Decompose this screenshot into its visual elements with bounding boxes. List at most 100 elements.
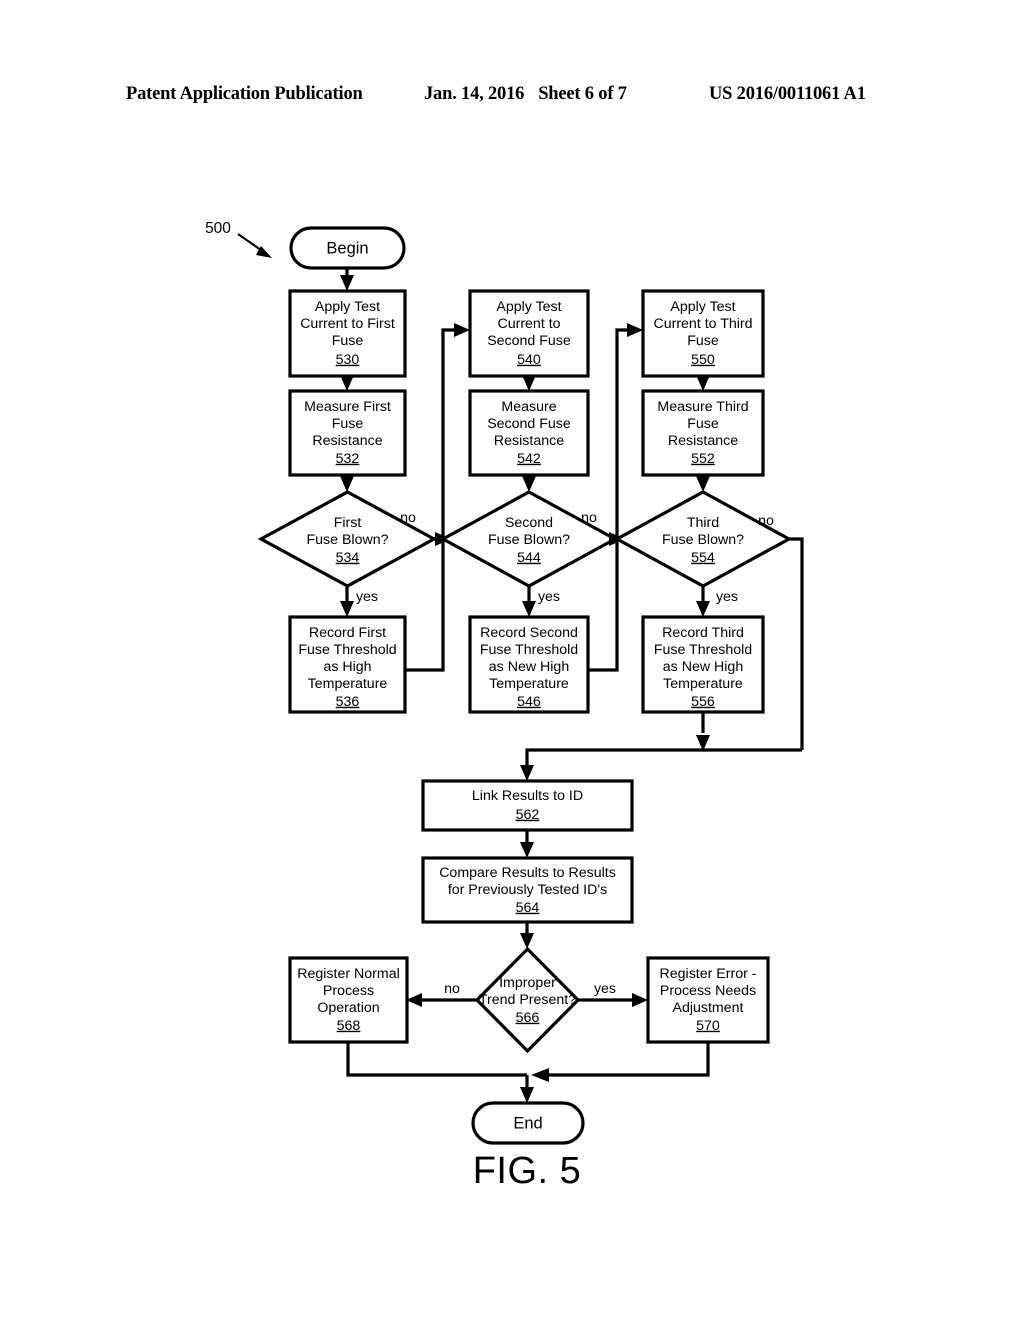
node-530-line-2: Fuse: [332, 333, 364, 349]
node-562-line-0: Link Results to ID: [472, 788, 583, 804]
node-536: Record First Fuse Threshold as High Temp…: [288, 615, 407, 714]
node-570-line-1: Process Needs: [660, 983, 756, 999]
node-546-line-3: Temperature: [489, 676, 569, 692]
node-534: First Fuse Blown? 534: [257, 490, 438, 588]
edge-566-yes: yes: [578, 981, 648, 1007]
edge-562-to-564: [520, 830, 534, 858]
node-540-ref: 540: [517, 352, 541, 368]
edge-534-no-label: no: [400, 510, 416, 526]
edge-566-no: no: [406, 981, 477, 1007]
node-534-ref: 534: [336, 550, 360, 566]
node-568-line-1: Process: [323, 983, 374, 999]
edge-554-yes: yes: [696, 586, 738, 617]
node-542-line-0: Measure: [501, 399, 556, 415]
node-566-line-0: Improper: [499, 975, 556, 991]
edge-begin-to-530: [340, 268, 354, 291]
edge-534-yes: yes: [340, 586, 378, 617]
edge-550-to-552: [696, 375, 710, 391]
node-530-ref: 530: [336, 352, 360, 368]
edge-544-yes-label: yes: [538, 589, 560, 605]
node-540-line-2: Second Fuse: [487, 333, 571, 349]
node-566-ref: 566: [516, 1010, 540, 1026]
node-546-line-2: as New High: [489, 659, 569, 675]
node-end-label: End: [513, 1114, 542, 1132]
edge-552-to-554: [696, 475, 710, 492]
node-end: End: [471, 1101, 585, 1145]
node-544: Second Fuse Blown? 544: [439, 490, 619, 588]
edge-566-yes-label: yes: [594, 981, 616, 997]
node-556-line-1: Fuse Threshold: [654, 642, 752, 658]
node-556-line-0: Record Third: [662, 625, 744, 641]
node-552-line-2: Resistance: [668, 433, 738, 449]
node-556-line-2: as New High: [663, 659, 743, 675]
node-542-ref: 542: [517, 451, 541, 467]
node-542: Measure Second Fuse Resistance 542: [468, 389, 590, 477]
node-550-line-0: Apply Test: [670, 299, 735, 315]
node-562-ref: 562: [516, 807, 540, 823]
edge-532-to-534: [340, 475, 354, 492]
edge-530-to-532: [340, 375, 354, 391]
node-552-line-0: Measure Third: [657, 399, 748, 415]
node-566-line-1: Trend Present?: [479, 992, 576, 1008]
node-536-line-0: Record First: [309, 625, 386, 641]
edge-534-yes-label: yes: [356, 589, 378, 605]
node-552-ref: 552: [691, 451, 715, 467]
node-564-line-1: for Previously Tested ID's: [448, 882, 607, 898]
node-562: Link Results to ID 562: [421, 779, 634, 832]
edge-endbus-to-end: [520, 1075, 534, 1103]
node-570-line-2: Adjustment: [673, 1000, 744, 1016]
node-536-line-2: as High: [323, 659, 371, 675]
node-532-ref: 532: [336, 451, 360, 467]
node-begin: Begin: [289, 226, 406, 270]
node-542-line-1: Second Fuse: [487, 416, 571, 432]
node-532-line-1: Fuse: [332, 416, 364, 432]
node-570-ref: 570: [696, 1018, 720, 1034]
node-532-line-2: Resistance: [312, 433, 382, 449]
edge-568-to-end: [346, 1042, 527, 1077]
node-540: Apply Test Current to Second Fuse 540: [468, 289, 590, 378]
edge-564-to-566: [520, 922, 534, 949]
edge-544-no-label: no: [581, 510, 597, 526]
edge-544-yes: yes: [522, 586, 560, 617]
edge-join-to-562: [520, 748, 802, 781]
node-568-ref: 568: [337, 1018, 361, 1034]
node-556: Record Third Fuse Threshold as New High …: [641, 615, 765, 714]
diagram-ref-500-label: 500: [205, 220, 231, 237]
node-532-line-0: Measure First: [304, 399, 391, 415]
diagram-ref-500: 500: [205, 220, 272, 258]
node-544-line-1: Fuse Blown?: [488, 532, 570, 548]
node-530-line-1: Current to First: [300, 316, 395, 332]
node-564-line-0: Compare Results to Results: [439, 865, 616, 881]
node-554-line-1: Fuse Blown?: [662, 532, 744, 548]
node-546-ref: 546: [517, 694, 541, 710]
node-564-ref: 564: [516, 900, 540, 916]
edge-554-no-label: no: [758, 513, 774, 529]
node-566: Improper Trend Present? 566: [474, 946, 581, 1054]
node-530: Apply Test Current to First Fuse 530: [288, 289, 407, 378]
node-550-ref: 550: [691, 352, 715, 368]
node-568-line-0: Register Normal: [297, 966, 400, 982]
node-536-line-1: Fuse Threshold: [298, 642, 396, 658]
edge-540-to-542: [522, 375, 536, 391]
edge-546-to-550: [588, 323, 643, 672]
node-534-line-1: Fuse Blown?: [306, 532, 388, 548]
node-554-ref: 554: [691, 550, 715, 566]
node-536-ref: 536: [336, 694, 360, 710]
node-544-ref: 544: [517, 550, 541, 566]
node-546-line-0: Record Second: [480, 625, 578, 641]
node-552: Measure Third Fuse Resistance 552: [641, 389, 765, 477]
node-570: Register Error - Process Needs Adjustmen…: [646, 956, 770, 1044]
node-546-line-1: Fuse Threshold: [480, 642, 578, 658]
edge-536-to-540: [405, 323, 470, 672]
node-568-line-2: Operation: [317, 1000, 379, 1016]
node-532: Measure First Fuse Resistance 532: [288, 389, 407, 477]
figure-caption: FIG. 5: [473, 1150, 582, 1192]
edge-570-to-end: [531, 1042, 710, 1082]
node-536-line-3: Temperature: [308, 676, 388, 692]
edge-554-yes-label: yes: [716, 589, 738, 605]
node-552-line-1: Fuse: [687, 416, 719, 432]
node-540-line-0: Apply Test: [496, 299, 561, 315]
node-556-line-3: Temperature: [663, 676, 743, 692]
node-540-line-1: Current to: [497, 316, 560, 332]
node-550-line-1: Current to Third: [653, 316, 752, 332]
